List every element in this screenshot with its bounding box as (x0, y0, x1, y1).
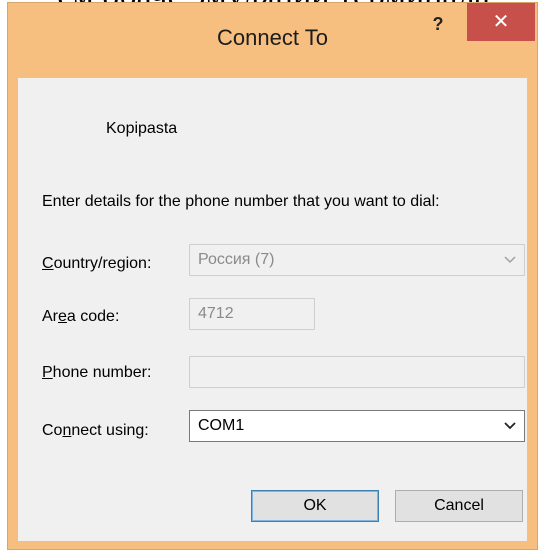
area-code-label: Area code: (42, 308, 120, 325)
ok-button[interactable]: OK (251, 490, 379, 522)
connection-name: Kopipasta (106, 120, 178, 137)
chevron-down-icon (504, 411, 516, 430)
country-region-label: Country/region: (42, 255, 152, 272)
area-code-input[interactable]: 4712 (189, 298, 315, 330)
chevron-down-icon (504, 245, 516, 264)
connect-using-label: Connect using: (42, 422, 149, 439)
country-region-value: Россия (7) (198, 251, 275, 268)
close-button[interactable]: ✕ (467, 3, 535, 41)
cancel-button[interactable]: Cancel (395, 490, 523, 522)
title-bar[interactable]: Connect To ? ✕ (8, 3, 537, 77)
connect-to-dialog: Connect To ? ✕ Kopipasta Enter details f… (7, 2, 538, 550)
country-region-select[interactable]: Россия (7) (189, 244, 525, 276)
dialog-content: Kopipasta Enter details for the phone nu… (18, 78, 527, 541)
instructions-text: Enter details for the phone number that … (42, 193, 440, 210)
connect-using-select[interactable]: COM1 (189, 410, 525, 442)
close-icon: ✕ (492, 11, 510, 33)
help-button[interactable]: ? (418, 9, 458, 39)
phone-number-input[interactable] (189, 356, 525, 388)
connect-using-value: COM1 (198, 417, 245, 434)
phone-number-label: Phone number: (42, 364, 152, 381)
